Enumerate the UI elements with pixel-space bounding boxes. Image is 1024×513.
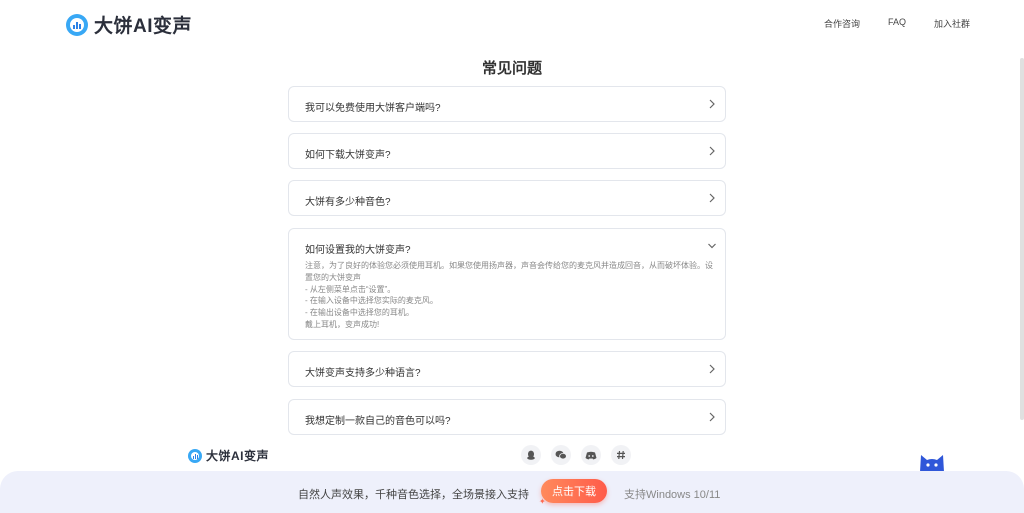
download-button[interactable]: 点击下载 bbox=[539, 479, 607, 506]
faq-item[interactable]: 我可以免费使用大饼客户端吗? bbox=[288, 86, 726, 122]
faq-item-expanded[interactable]: 如何设置我的大饼变声? 注意，为了良好的体验您必须使用耳机。如果您使用扬声器，声… bbox=[288, 228, 726, 340]
brand-logo-icon bbox=[188, 448, 202, 463]
page-scrollbar[interactable] bbox=[1020, 58, 1024, 420]
qq-icon[interactable] bbox=[521, 445, 541, 465]
brand-logo[interactable]: 大饼AI变声 bbox=[66, 11, 192, 38]
brand-logo-icon bbox=[66, 13, 88, 36]
faq-question: 大饼变声支持多少种语言? bbox=[305, 368, 421, 379]
footer-brand-name: 大饼AI变声 bbox=[206, 449, 270, 463]
faq-item[interactable]: 大饼有多少种音色? bbox=[288, 180, 726, 216]
faq-answer-line: - 从左侧菜单点击“设置”。 bbox=[305, 284, 396, 294]
chevron-right-icon bbox=[709, 193, 715, 203]
chevron-down-icon bbox=[708, 243, 716, 249]
discord-icon[interactable] bbox=[581, 445, 601, 465]
chevron-right-icon bbox=[709, 99, 715, 109]
tagline: 自然人声效果，千种音色选择，全场景接入支持 bbox=[298, 489, 529, 501]
nav-cooperation[interactable]: 合作咨询 bbox=[824, 17, 860, 30]
hashtag-icon[interactable] bbox=[611, 445, 631, 465]
nav-join-community[interactable]: 加入社群 bbox=[934, 17, 970, 30]
faq-item[interactable]: 大饼变声支持多少种语言? bbox=[288, 351, 726, 387]
faq-answer-line: 戴上耳机，变声成功! bbox=[305, 319, 380, 329]
faq-answer: 注意，为了良好的体验您必须使用耳机。如果您使用扬声器，声音会传给您的麦克风并造成… bbox=[305, 260, 715, 331]
download-bar: 自然人声效果，千种音色选择，全场景接入支持 点击下载 支持Windows 10/… bbox=[0, 471, 1024, 513]
chevron-right-icon bbox=[709, 364, 715, 374]
faq-question: 如何下载大饼变声? bbox=[305, 150, 391, 161]
site-header: 大饼AI变声 合作咨询 FAQ 加入社群 bbox=[0, 0, 1024, 46]
footer-logo[interactable]: 大饼AI变声 bbox=[188, 447, 269, 464]
faq-answer-line: 注意，为了良好的体验您必须使用耳机。如果您使用扬声器，声音会传给您的麦克风并造成… bbox=[305, 261, 713, 282]
social-links bbox=[521, 445, 631, 465]
faq-question: 我想定制一款自己的音色可以吗? bbox=[305, 416, 451, 427]
nav-faq[interactable]: FAQ bbox=[888, 17, 906, 30]
chevron-right-icon bbox=[709, 412, 715, 422]
top-nav: 合作咨询 FAQ 加入社群 bbox=[824, 17, 970, 30]
faq-question: 大饼有多少种音色? bbox=[305, 197, 391, 208]
wechat-icon[interactable] bbox=[551, 445, 571, 465]
faq-question: 如何设置我的大饼变声? bbox=[305, 245, 411, 256]
brand-name: 大饼AI变声 bbox=[94, 16, 193, 37]
faq-item[interactable]: 我想定制一款自己的音色可以吗? bbox=[288, 399, 726, 435]
faq-item[interactable]: 如何下载大饼变声? bbox=[288, 133, 726, 169]
faq-answer-line: - 在输入设备中选择您实际的麦克风。 bbox=[305, 296, 438, 306]
faq-answer-line: - 在输出设备中选择您的耳机。 bbox=[305, 308, 414, 318]
chevron-right-icon bbox=[709, 146, 715, 156]
platform-support: 支持Windows 10/11 bbox=[624, 489, 721, 501]
page-title: 常见问题 bbox=[481, 60, 542, 77]
faq-question: 我可以免费使用大饼客户端吗? bbox=[305, 103, 441, 114]
